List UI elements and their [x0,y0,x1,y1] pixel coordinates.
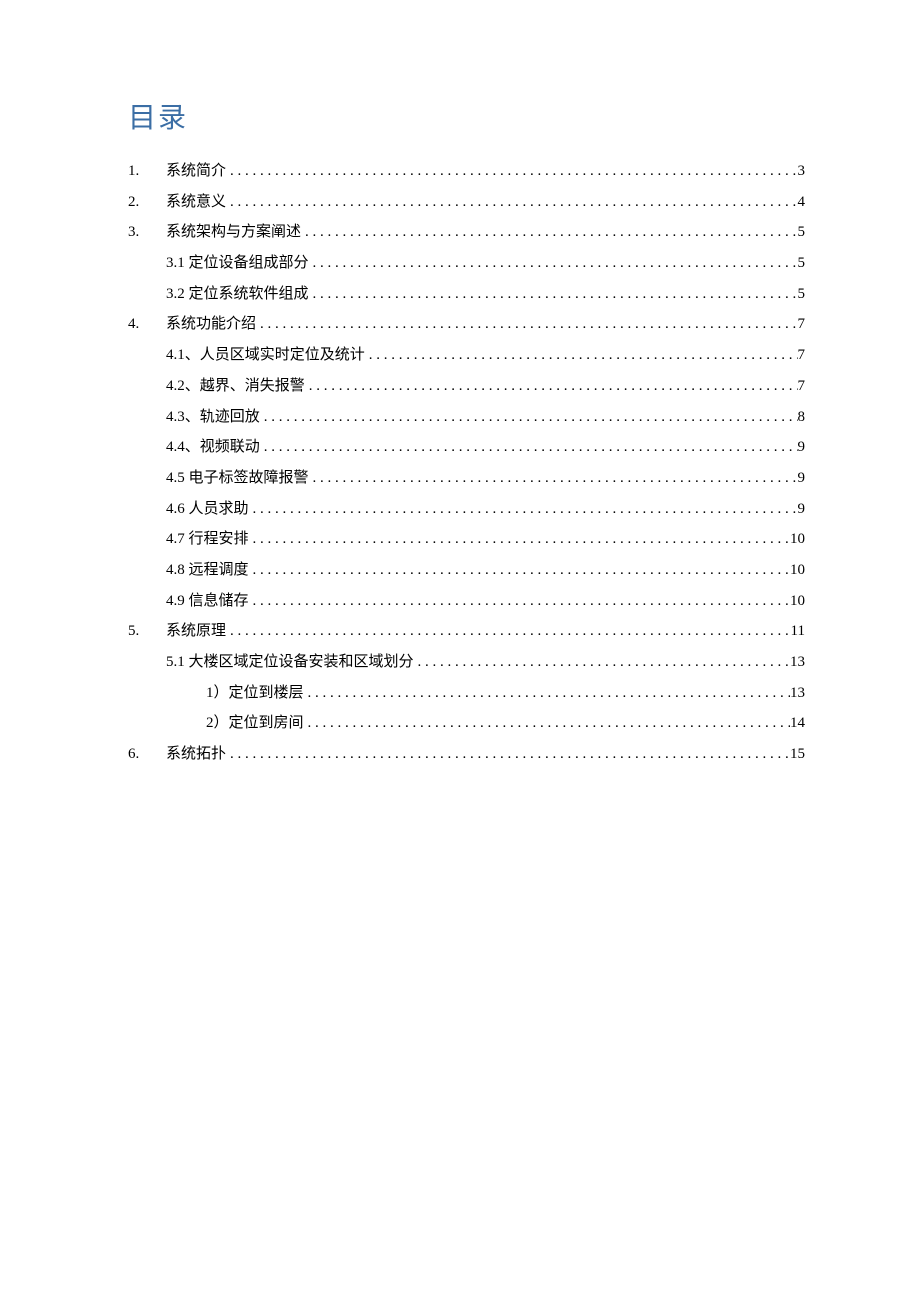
toc-entry[interactable]: 3.2 定位系统软件组成 5 [128,283,805,306]
toc-entry-text: 系统原理 [166,620,226,643]
toc-leader-dots [226,160,797,183]
toc-entry-text: 4.9 信息储存 [166,590,249,613]
toc-entry[interactable]: 3.系统架构与方案阐述 5 [128,221,805,244]
toc-entry-number: 3. [128,221,166,244]
toc-entry[interactable]: 4.8 远程调度 10 [128,559,805,582]
toc-leader-dots [365,344,798,367]
toc-entry[interactable]: 2.系统意义 4 [128,191,805,214]
toc-entry[interactable]: 4.5 电子标签故障报警 9 [128,467,805,490]
toc-entry-text: 4.3、轨迹回放 [166,406,260,429]
toc-entry-text: 4.4、视频联动 [166,436,260,459]
toc-entry-page: 13 [790,682,805,705]
toc-entry-page: 5 [798,221,806,244]
toc-entry-text: 系统架构与方案阐述 [166,221,301,244]
toc-entry[interactable]: 4.9 信息储存 10 [128,590,805,613]
toc-entry-number: 4. [128,313,166,336]
toc-entry-page: 7 [798,375,806,398]
toc-entry-number: 5. [128,620,166,643]
toc-entry-page: 15 [790,743,805,766]
toc-entry-page: 10 [790,559,805,582]
toc-entry-page: 9 [798,436,806,459]
toc-entry-page: 5 [798,283,806,306]
toc-leader-dots [304,682,790,705]
toc-leader-dots [226,620,791,643]
toc-leader-dots [309,467,798,490]
table-of-contents: 1.系统简介32.系统意义43.系统架构与方案阐述53.1 定位设备组成部分53… [128,160,805,766]
toc-leader-dots [249,528,790,551]
toc-entry[interactable]: 1）定位到楼层 13 [128,682,805,705]
toc-entry-page: 4 [798,191,806,214]
toc-leader-dots [249,590,790,613]
toc-entry[interactable]: 4.1、人员区域实时定位及统计 7 [128,344,805,367]
toc-entry[interactable]: 6.系统拓扑 15 [128,743,805,766]
toc-entry-number: 1. [128,160,166,183]
toc-entry-text: 4.2、越界、消失报警 [166,375,305,398]
toc-entry-text: 4.6 人员求助 [166,498,249,521]
toc-entry-number: 2. [128,191,166,214]
toc-entry-page: 10 [790,590,805,613]
toc-entry-page: 7 [798,313,806,336]
toc-entry-text: 系统功能介绍 [166,313,256,336]
toc-leader-dots [305,375,798,398]
toc-entry-text: 4.8 远程调度 [166,559,249,582]
toc-entry-text: 3.2 定位系统软件组成 [166,283,309,306]
toc-entry-page: 8 [798,406,806,429]
toc-entry-page: 11 [791,620,805,643]
toc-entry-text: 3.1 定位设备组成部分 [166,252,309,275]
toc-entry[interactable]: 4.系统功能介绍 7 [128,313,805,336]
toc-leader-dots [256,313,797,336]
toc-leader-dots [304,712,790,735]
toc-leader-dots [260,406,798,429]
toc-entry-text: 4.1、人员区域实时定位及统计 [166,344,365,367]
toc-entry[interactable]: 5.1 大楼区域定位设备安装和区域划分 13 [128,651,805,674]
toc-entry-page: 5 [798,252,806,275]
toc-entry-text: 系统意义 [166,191,226,214]
toc-entry-text: 2）定位到房间 [206,712,304,735]
toc-leader-dots [226,191,797,214]
toc-entry[interactable]: 4.4、视频联动 9 [128,436,805,459]
toc-entry[interactable]: 4.3、轨迹回放 8 [128,406,805,429]
toc-entry-page: 3 [798,160,806,183]
toc-entry-page: 7 [798,344,806,367]
toc-entry[interactable]: 3.1 定位设备组成部分 5 [128,252,805,275]
toc-entry-page: 9 [798,498,806,521]
toc-entry[interactable]: 4.7 行程安排 10 [128,528,805,551]
toc-leader-dots [309,252,798,275]
toc-leader-dots [309,283,798,306]
toc-leader-dots [226,743,790,766]
toc-entry-page: 13 [790,651,805,674]
toc-entry-number: 6. [128,743,166,766]
toc-entry-text: 系统简介 [166,160,226,183]
toc-leader-dots [301,221,797,244]
toc-entry[interactable]: 2）定位到房间 14 [128,712,805,735]
toc-entry-text: 系统拓扑 [166,743,226,766]
toc-entry-text: 5.1 大楼区域定位设备安装和区域划分 [166,651,414,674]
toc-entry[interactable]: 4.6 人员求助 9 [128,498,805,521]
toc-leader-dots [260,436,798,459]
toc-entry[interactable]: 1.系统简介 3 [128,160,805,183]
toc-entry-page: 9 [798,467,806,490]
toc-entry[interactable]: 5.系统原理 11 [128,620,805,643]
toc-entry-text: 1）定位到楼层 [206,682,304,705]
toc-leader-dots [249,559,790,582]
toc-entry-page: 14 [790,712,805,735]
toc-heading: 目录 [128,96,805,136]
toc-entry-text: 4.7 行程安排 [166,528,249,551]
toc-entry-page: 10 [790,528,805,551]
toc-entry[interactable]: 4.2、越界、消失报警 7 [128,375,805,398]
toc-entry-text: 4.5 电子标签故障报警 [166,467,309,490]
toc-leader-dots [249,498,798,521]
toc-leader-dots [414,651,790,674]
